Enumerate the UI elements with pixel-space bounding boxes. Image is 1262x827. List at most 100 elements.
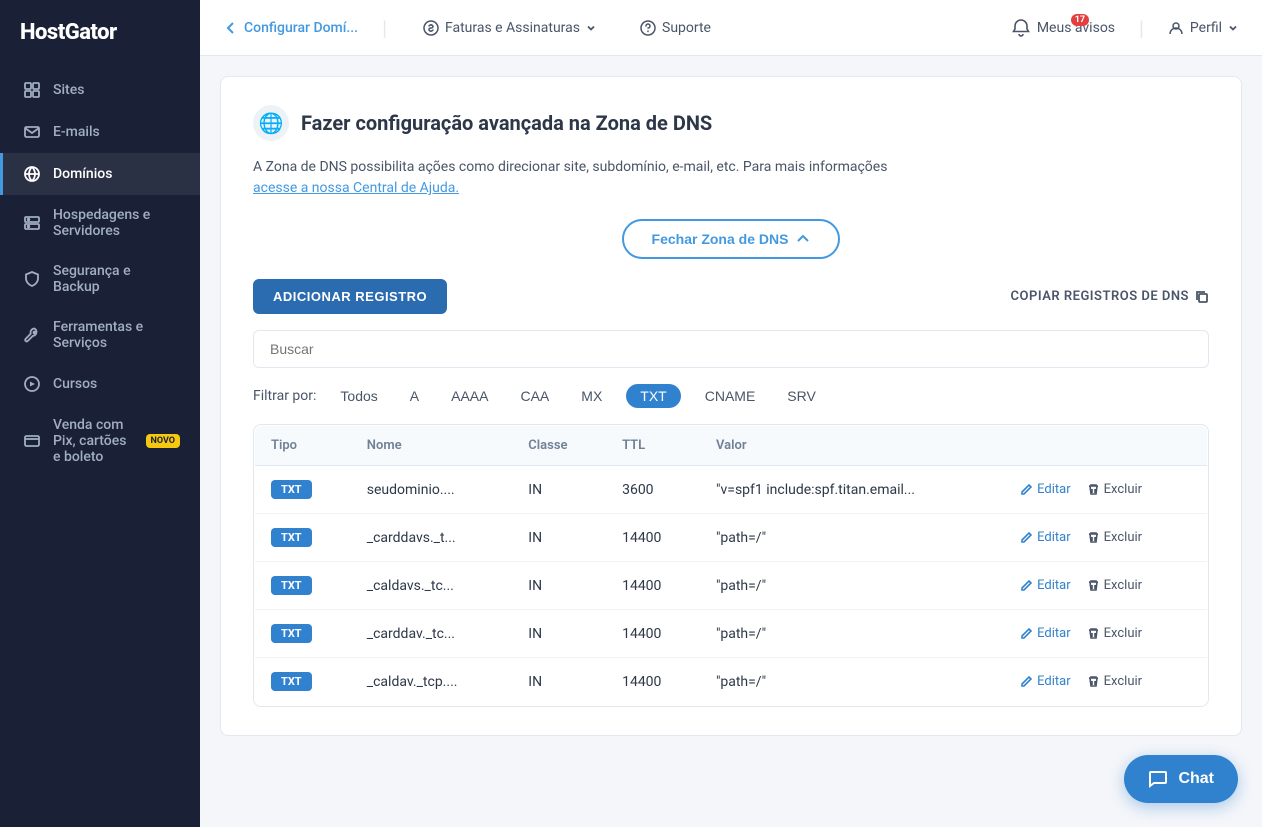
table-toolbar: ADICIONAR REGISTRO COPIAR REGISTROS DE D…	[253, 279, 1209, 314]
col-nome: Nome	[351, 426, 513, 466]
cell-ttl-0: 3600	[606, 466, 700, 514]
filter-mx[interactable]: MX	[573, 384, 610, 408]
table-row: TXT _caldav._tcp.... IN 14400 "path=/" E…	[255, 658, 1208, 706]
cell-ttl-2: 14400	[606, 562, 700, 610]
close-dns-button[interactable]: Fechar Zona de DNS	[622, 219, 841, 259]
dns-globe-icon: 🌐	[253, 105, 289, 141]
content-area: 🌐 Fazer configuração avançada na Zona de…	[200, 56, 1262, 827]
edit-button-1[interactable]: Editar	[1020, 530, 1071, 545]
sidebar-label-emails: E-mails	[53, 124, 100, 140]
table-row: TXT _caldavs._tc... IN 14400 "path=/" Ed…	[255, 562, 1208, 610]
delete-button-2[interactable]: Excluir	[1087, 578, 1142, 593]
grid-icon	[23, 81, 41, 99]
cell-name-0: seudominio....	[351, 466, 513, 514]
cell-value-0: "v=spf1 include:spf.titan.email...	[700, 466, 1004, 514]
profile-button[interactable]: Perfil	[1168, 20, 1238, 36]
filter-todos[interactable]: Todos	[332, 384, 385, 408]
cell-value-3: "path=/"	[700, 610, 1004, 658]
back-button[interactable]: Configurar Domí...	[224, 20, 358, 36]
edit-button-3[interactable]: Editar	[1020, 626, 1071, 641]
filter-cname[interactable]: CNAME	[697, 384, 764, 408]
cell-type-3: TXT	[255, 610, 351, 658]
cell-type-2: TXT	[255, 562, 351, 610]
play-icon	[23, 375, 41, 393]
notifications-button[interactable]: 17 Meus avisos	[1011, 18, 1115, 38]
col-tipo: Tipo	[255, 426, 351, 466]
sidebar-label-domains: Domínios	[53, 166, 112, 182]
back-label: Configurar Domí...	[244, 20, 358, 36]
search-container	[253, 330, 1209, 368]
search-input[interactable]	[253, 330, 1209, 368]
filter-aaaa[interactable]: AAAA	[443, 384, 496, 408]
cell-type-1: TXT	[255, 514, 351, 562]
delete-button-1[interactable]: Excluir	[1087, 530, 1142, 545]
sidebar-label-courses: Cursos	[53, 376, 97, 392]
col-valor: Valor	[700, 426, 1004, 466]
globe-icon	[23, 165, 41, 183]
delete-button-0[interactable]: Excluir	[1087, 482, 1142, 497]
cell-class-4: IN	[512, 658, 606, 706]
sidebar-label-security: Segurança e Backup	[53, 263, 180, 295]
filter-label: Filtrar por:	[253, 388, 316, 404]
sidebar-label-tools: Ferramentas e Serviços	[53, 319, 180, 351]
filter-txt[interactable]: TXT	[626, 384, 680, 408]
cell-value-1: "path=/"	[700, 514, 1004, 562]
table-header-row: Tipo Nome Classe TTL Valor	[255, 426, 1208, 466]
shield-icon	[23, 270, 41, 288]
sidebar-nav: Sites E-mails Domínios	[0, 69, 200, 827]
billing-nav[interactable]: Faturas e Assinaturas	[411, 12, 608, 44]
cell-actions-1: Editar Excluir	[1004, 514, 1207, 562]
sidebar-item-sites[interactable]: Sites	[0, 69, 200, 111]
server-icon	[23, 214, 41, 232]
dns-help-link[interactable]: acesse a nossa Central de Ajuda.	[253, 180, 459, 196]
filter-a[interactable]: A	[402, 384, 427, 408]
support-nav[interactable]: Suporte	[628, 12, 723, 44]
edit-button-4[interactable]: Editar	[1020, 674, 1071, 689]
filter-srv[interactable]: SRV	[779, 384, 824, 408]
app-logo: HostGator	[0, 0, 200, 69]
mail-icon	[23, 123, 41, 141]
delete-button-3[interactable]: Excluir	[1087, 626, 1142, 641]
table-row: TXT _carddavs._t... IN 14400 "path=/" Ed…	[255, 514, 1208, 562]
table-row: TXT _carddav._tc... IN 14400 "path=/" Ed…	[255, 610, 1208, 658]
dns-description: A Zona de DNS possibilita ações como dir…	[253, 157, 1209, 199]
cell-ttl-4: 14400	[606, 658, 700, 706]
edit-button-2[interactable]: Editar	[1020, 578, 1071, 593]
copy-records-button[interactable]: COPIAR REGISTROS DE DNS	[1011, 289, 1209, 304]
cell-actions-2: Editar Excluir	[1004, 562, 1207, 610]
dns-zone-card: 🌐 Fazer configuração avançada na Zona de…	[220, 76, 1242, 736]
tool-icon	[23, 326, 41, 344]
add-record-button[interactable]: ADICIONAR REGISTRO	[253, 279, 447, 314]
filter-row: Filtrar por: Todos A AAAA CAA MX TXT CNA…	[253, 384, 1209, 408]
sidebar-item-pix[interactable]: Venda com Pix, cartões e boleto NOVO	[0, 405, 200, 477]
cell-class-2: IN	[512, 562, 606, 610]
col-classe: Classe	[512, 426, 606, 466]
support-label: Suporte	[662, 20, 711, 36]
delete-button-4[interactable]: Excluir	[1087, 674, 1142, 689]
cell-class-0: IN	[512, 466, 606, 514]
col-actions	[1004, 426, 1207, 466]
table-row: TXT seudominio.... IN 3600 "v=spf1 inclu…	[255, 466, 1208, 514]
sidebar-item-hosting[interactable]: Hospedagens e Servidores	[0, 195, 200, 251]
cell-value-4: "path=/"	[700, 658, 1004, 706]
chat-label: Chat	[1178, 770, 1214, 788]
dns-title-row: 🌐 Fazer configuração avançada na Zona de…	[253, 105, 1209, 141]
chat-button[interactable]: Chat	[1124, 755, 1238, 803]
cell-type-0: TXT	[255, 466, 351, 514]
dns-zone-title: Fazer configuração avançada na Zona de D…	[301, 111, 712, 135]
edit-button-0[interactable]: Editar	[1020, 482, 1071, 497]
header: Configurar Domí... | Faturas e Assinatur…	[200, 0, 1262, 56]
cell-ttl-3: 14400	[606, 610, 700, 658]
sidebar-item-security[interactable]: Segurança e Backup	[0, 251, 200, 307]
main-area: Configurar Domí... | Faturas e Assinatur…	[200, 0, 1262, 827]
sidebar-label-sites: Sites	[53, 82, 84, 98]
sidebar-item-courses[interactable]: Cursos	[0, 363, 200, 405]
sidebar-item-domains[interactable]: Domínios	[0, 153, 200, 195]
cell-name-1: _carddavs._t...	[351, 514, 513, 562]
sidebar-item-tools[interactable]: Ferramentas e Serviços	[0, 307, 200, 363]
dns-table-wrapper[interactable]: Tipo Nome Classe TTL Valor TXT seudomini…	[253, 424, 1209, 707]
sidebar: HostGator Sites E-mails	[0, 0, 200, 827]
sidebar-item-emails[interactable]: E-mails	[0, 111, 200, 153]
filter-caa[interactable]: CAA	[512, 384, 557, 408]
profile-label: Perfil	[1190, 20, 1222, 36]
